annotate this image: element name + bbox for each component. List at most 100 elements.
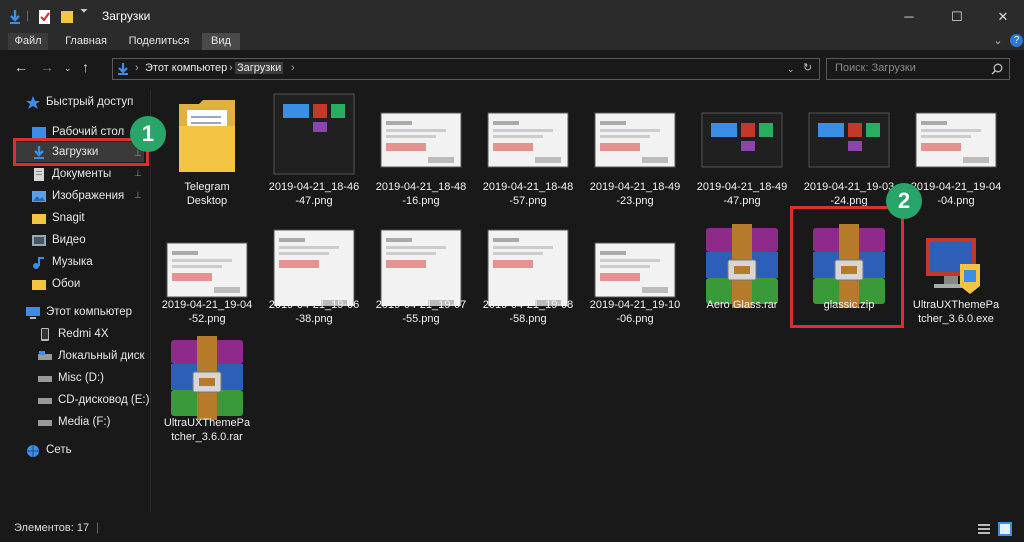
sidebar-item-drive-c[interactable]: Локальный диск (C [38, 346, 146, 366]
sidebar-item-redmi[interactable]: Redmi 4X [38, 324, 109, 344]
large-icons-view-icon[interactable] [998, 522, 1012, 536]
file-name: 2019-04-21_19-06 -38.png [268, 299, 360, 325]
sidebar-item-label: Media (F:) [58, 416, 111, 428]
breadcrumb-downloads[interactable]: Загрузки [235, 62, 284, 74]
sidebar-item-label: Музыка [52, 256, 93, 268]
file-name: UltraUXThemePa tcher_3.6.0.exe [912, 299, 1000, 325]
step-badge-2: 2 [886, 183, 922, 219]
sidebar-item-video[interactable]: Видео [32, 230, 86, 250]
network-icon [27, 444, 39, 457]
folder-icon [32, 213, 46, 224]
sidebar-item-label: Изображения [52, 190, 125, 202]
help-icon[interactable]: ? [1010, 34, 1023, 47]
up-arrow-icon[interactable]: ↑ [82, 59, 89, 75]
breadcrumb-chevron-icon: › [291, 62, 295, 74]
breadcrumb-this-pc[interactable]: Этот компьютер [143, 62, 229, 74]
pane-divider[interactable] [150, 90, 151, 512]
sidebar-item-label: Redmi 4X [58, 328, 109, 340]
refresh-icon[interactable]: ↻ [801, 61, 814, 74]
image-thumbnail [273, 229, 355, 306]
search-box[interactable]: Поиск: Загрузки [826, 58, 1010, 80]
sidebar-item-label: Snagit [52, 212, 85, 224]
desktop-folder-icon [32, 126, 46, 138]
sidebar-item-label: Локальный диск (C [58, 350, 146, 362]
expand-ribbon-icon[interactable]: ⌄ [990, 33, 1006, 50]
minimize-button[interactable]: ─ [886, 0, 932, 33]
sidebar-item-network[interactable]: Сеть [26, 440, 72, 460]
folder-icon [179, 100, 235, 172]
search-icon[interactable] [991, 63, 1003, 75]
image-thumbnail [808, 112, 890, 168]
documents-folder-icon [34, 167, 44, 181]
sidebar-item-label: Видео [52, 234, 86, 246]
separator: | [26, 8, 30, 22]
window-title: Загрузки [102, 9, 151, 23]
tab-file[interactable]: Файл [8, 33, 48, 50]
sidebar-item-label: Рабочий стол [52, 126, 125, 138]
tab-share[interactable]: Поделиться [124, 33, 194, 50]
forward-arrow-icon[interactable]: → [40, 59, 54, 75]
file-name: 2019-04-21_19-10 -06.png [589, 299, 681, 325]
sidebar-item-quick-access[interactable]: Быстрый доступ [26, 92, 133, 112]
file-name: 2019-04-21_19-08 -58.png [482, 299, 574, 325]
file-name: 2019-04-21_19-03 -24.png [803, 181, 895, 207]
sidebar-item-pictures[interactable]: Изображения [32, 186, 124, 206]
pictures-folder-icon [32, 190, 46, 202]
sidebar-item-drive-d[interactable]: Misc (D:) [38, 368, 104, 388]
quick-access-dropdown-icon[interactable]: ⏷ [80, 6, 88, 22]
sidebar-item-documents[interactable]: Документы [32, 164, 111, 184]
back-arrow-icon[interactable]: ← [14, 59, 28, 75]
drive-icon [38, 350, 52, 360]
file-name: Aero Glass.rar [706, 299, 778, 311]
address-bar[interactable]: › Этот компьютер › Загрузки › ⌄ ↻ [112, 58, 820, 80]
installer-icon [926, 238, 980, 294]
file-name: 2019-04-21_18-49 -23.png [589, 181, 681, 207]
search-input[interactable]: Поиск: Загрузки [835, 62, 916, 74]
music-folder-icon [33, 256, 44, 269]
archive-icon [171, 336, 243, 420]
image-thumbnail [594, 242, 676, 298]
new-folder-icon[interactable] [60, 9, 74, 25]
image-thumbnail [380, 112, 462, 168]
glassic-highlight-box [790, 206, 904, 328]
sidebar-item-drive-f[interactable]: Media (F:) [38, 412, 110, 432]
breadcrumb-chevron-icon: › [135, 62, 139, 74]
close-button[interactable]: ✕ [980, 0, 1024, 33]
details-view-icon[interactable] [978, 523, 990, 535]
drive-icon [38, 419, 52, 426]
address-dropdown-icon[interactable]: ⌄ [785, 64, 797, 75]
image-thumbnail [166, 242, 248, 298]
tab-home[interactable]: Главная [60, 33, 112, 50]
maximize-button[interactable]: ☐ [934, 0, 980, 33]
image-thumbnail [701, 112, 783, 168]
image-thumbnail [915, 112, 997, 168]
file-name: 2019-04-21_18-46 -47.png [268, 181, 360, 207]
sidebar-item-label: Быстрый доступ [46, 96, 134, 108]
sidebar-item-label: Документы [52, 168, 112, 180]
folder-icon [32, 279, 46, 290]
drive-icon [38, 397, 52, 404]
tab-view[interactable]: Вид [202, 33, 240, 50]
file-name: UltraUXThemePa tcher_3.6.0.rar [163, 417, 251, 443]
image-thumbnail [273, 93, 355, 175]
properties-icon[interactable] [38, 9, 52, 25]
image-thumbnail [594, 112, 676, 168]
pin-icon[interactable]: ⊥ [134, 190, 142, 201]
sidebar-item-drive-e[interactable]: CD-дисковод (E:) [38, 390, 149, 410]
pin-icon[interactable]: ⊥ [134, 168, 142, 179]
sidebar-item-music[interactable]: Музыка [32, 252, 93, 272]
recent-locations-icon[interactable]: ⌄ [64, 63, 72, 74]
image-thumbnail [380, 229, 462, 306]
sidebar-item-wallpapers[interactable]: Обои [32, 274, 80, 294]
ribbon-tabs: Файл Главная Поделиться Вид ⌄ ? [0, 33, 1024, 50]
sidebar-item-label: Сеть [46, 444, 72, 456]
file-name: 2019-04-21_18-49 -47.png [696, 181, 788, 207]
sidebar-item-this-pc[interactable]: Этот компьютер [26, 302, 132, 322]
file-name: Telegram Desktop [184, 181, 230, 207]
file-name: 2019-04-21_19-07 -55.png [375, 299, 467, 325]
item-count: Элементов: 17 [14, 522, 90, 534]
sidebar-item-snagit[interactable]: Snagit [32, 208, 85, 228]
sidebar-item-label: Этот компьютер [46, 306, 132, 318]
star-icon [26, 95, 40, 109]
file-name: 2019-04-21_18-48 -16.png [375, 181, 467, 207]
